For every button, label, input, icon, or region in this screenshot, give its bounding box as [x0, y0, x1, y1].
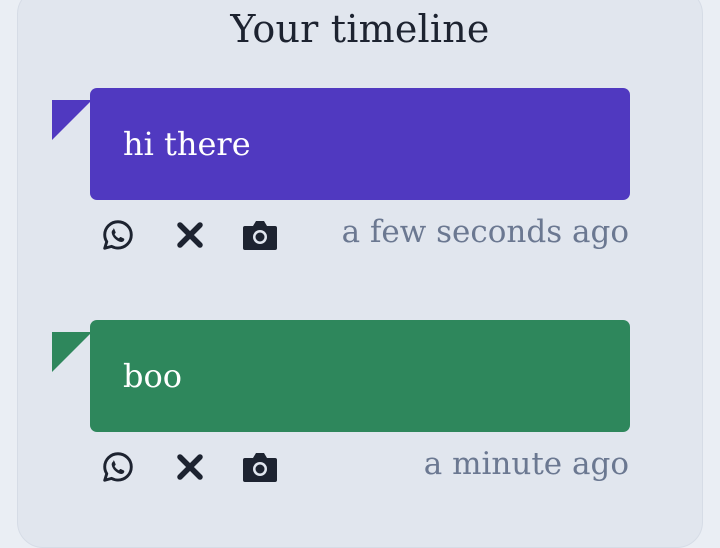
post-timestamp: a minute ago [423, 446, 629, 482]
post-actions [99, 448, 279, 486]
camera-icon[interactable] [241, 448, 279, 486]
message-text: hi there [123, 125, 251, 163]
message-bubble: hi there [90, 88, 630, 200]
camera-icon[interactable] [241, 216, 279, 254]
bubble-tail [52, 100, 92, 140]
bubble-tail [52, 332, 92, 372]
message-bubble: boo [90, 320, 630, 432]
page-title: Your timeline [230, 7, 490, 51]
close-icon[interactable] [171, 216, 209, 254]
close-icon[interactable] [171, 448, 209, 486]
message-text: boo [123, 357, 183, 395]
whatsapp-icon[interactable] [99, 216, 137, 254]
post-timestamp: a few seconds ago [341, 214, 629, 250]
post-actions [99, 216, 279, 254]
whatsapp-icon[interactable] [99, 448, 137, 486]
